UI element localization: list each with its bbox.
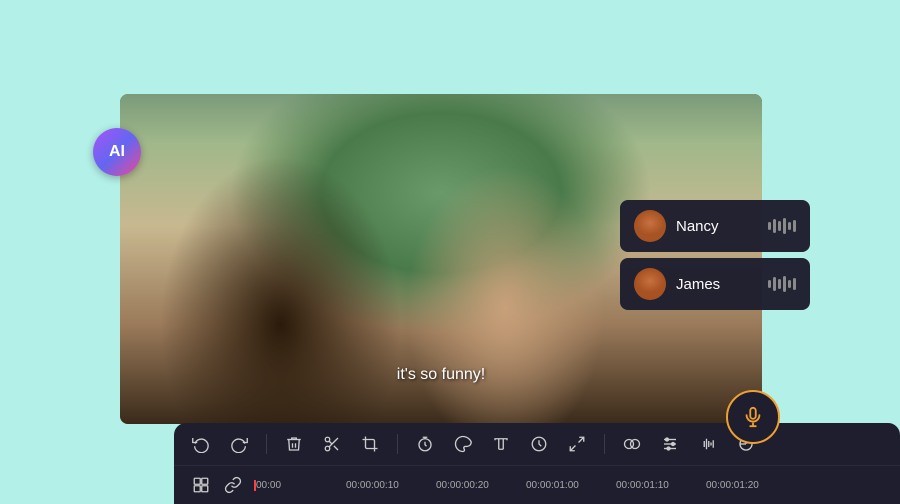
clock-button[interactable] <box>528 433 550 455</box>
timer-button[interactable] <box>414 433 436 455</box>
ts-1: 00:00:00:10 <box>344 480 434 491</box>
undo-button[interactable] <box>190 433 212 455</box>
toolbar-divider-1 <box>266 434 267 454</box>
timeline-playhead <box>254 480 256 491</box>
voice-icon <box>742 406 764 428</box>
toolbar-divider-3 <box>604 434 605 454</box>
waveform-button[interactable] <box>697 433 719 455</box>
ts-4: 00:00:01:10 <box>614 480 704 491</box>
ai-badge[interactable]: AI <box>93 128 141 176</box>
speaker-name-james: James <box>676 276 758 293</box>
crop-button[interactable] <box>359 433 381 455</box>
video-subtitle: it's so funny! <box>397 366 485 384</box>
speaker-card-nancy[interactable]: Nancy <box>620 200 810 252</box>
redo-button[interactable] <box>228 433 250 455</box>
blend-button[interactable] <box>621 433 643 455</box>
voice-fab[interactable] <box>726 390 780 444</box>
ts-5: 00:00:01:20 <box>704 480 794 491</box>
speaker-avatar-james <box>634 268 666 300</box>
ts-2: 00:00:00:20 <box>434 480 524 491</box>
toolbar-icon-row <box>174 423 900 466</box>
delete-button[interactable] <box>283 433 305 455</box>
text-button[interactable] <box>490 433 512 455</box>
cut-button[interactable] <box>321 433 343 455</box>
expand-button[interactable] <box>566 433 588 455</box>
speaker-cards-panel: Nancy James <box>620 200 810 310</box>
timeline-track[interactable]: 00:00 00:00:00:10 00:00:00:20 00:00:01:0… <box>254 480 884 491</box>
toolbar: 00:00 00:00:00:10 00:00:00:20 00:00:01:0… <box>174 423 900 504</box>
speaker-avatar-nancy <box>634 210 666 242</box>
ai-badge-label: AI <box>109 143 125 161</box>
ts-0: 00:00 <box>254 480 344 491</box>
waveform-icon-nancy <box>768 218 796 234</box>
timeline-timestamps: 00:00 00:00:00:10 00:00:00:20 00:00:01:0… <box>254 480 794 491</box>
ts-3: 00:00:01:00 <box>524 480 614 491</box>
link-button[interactable] <box>222 474 244 496</box>
adjust-button[interactable] <box>659 433 681 455</box>
speaker-card-james[interactable]: James <box>620 258 810 310</box>
add-track-button[interactable] <box>190 474 212 496</box>
speaker-name-nancy: Nancy <box>676 218 758 235</box>
color-button[interactable] <box>452 433 474 455</box>
toolbar-timeline: 00:00 00:00:00:10 00:00:00:20 00:00:01:0… <box>174 466 900 504</box>
waveform-icon-james <box>768 276 796 292</box>
toolbar-divider-2 <box>397 434 398 454</box>
